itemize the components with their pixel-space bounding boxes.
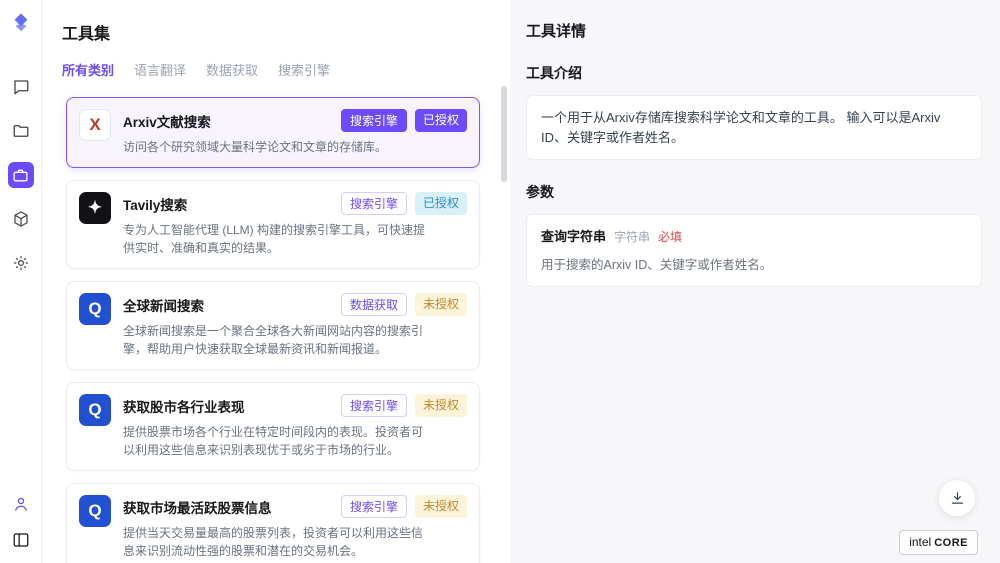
- core-brand-text: CORE: [934, 537, 968, 549]
- tool-description: 专为人工智能代理 (LLM) 构建的搜索引擎工具，可快速提供实时、准确和真实的结…: [123, 221, 425, 257]
- category-badge: 数据获取: [341, 293, 407, 316]
- tool-card-content: Tavily搜索 搜索引擎 已授权 专为人工智能代理 (LLM) 构建的搜索引擎…: [123, 192, 467, 257]
- param-name: 查询字符串: [541, 227, 606, 247]
- category-badge: 搜索引擎: [341, 192, 407, 215]
- intel-brand-text: intel: [909, 535, 931, 549]
- app-window: 工具集 所有类别语言翻译数据获取搜索引擎 X Arxiv文献搜索 搜索引擎 已授…: [0, 0, 1000, 563]
- param-description: 用于搜索的Arxiv ID、关键字或作者姓名。: [541, 256, 967, 275]
- app-logo-icon: [10, 12, 32, 34]
- intel-core-badge: intel CORE: [899, 530, 978, 555]
- tool-badges: 搜索引擎 未授权: [341, 394, 467, 417]
- panel-toggle-icon[interactable]: [8, 527, 34, 553]
- param-card: 查询字符串 字符串 必填 用于搜索的Arxiv ID、关键字或作者姓名。: [526, 214, 982, 287]
- category-tabs: 所有类别语言翻译数据获取搜索引擎: [62, 60, 510, 83]
- intro-card: 一个用于从Arxiv存储库搜索科学论文和文章的工具。 输入可以是Arxiv ID…: [526, 95, 982, 160]
- tool-card[interactable]: Q 全球新闻搜索 数据获取 未授权 全球新闻搜索是一个聚合全球各大新闻网站内容的…: [66, 281, 480, 370]
- param-type: 字符串: [614, 228, 650, 246]
- tool-card[interactable]: Q 获取股市各行业表现 搜索引擎 未授权 提供股票市场各个行业在特定时间段内的表…: [66, 382, 480, 471]
- chat-icon[interactable]: [8, 74, 34, 100]
- scrollbar-thumb[interactable]: [501, 86, 507, 182]
- tool-card-list: X Arxiv文献搜索 搜索引擎 已授权 访问各个研究领域大量科学论文和文章的存…: [42, 87, 510, 563]
- category-badge: 搜索引擎: [341, 109, 407, 132]
- params-heading: 参数: [526, 182, 982, 202]
- category-tab-2[interactable]: 数据获取: [206, 60, 258, 83]
- auth-status-badge: 未授权: [415, 394, 467, 417]
- tool-list-pane: 工具集 所有类别语言翻译数据获取搜索引擎 X Arxiv文献搜索 搜索引擎 已授…: [42, 0, 510, 563]
- tool-badges: 数据获取 未授权: [341, 293, 467, 316]
- tool-title: 全球新闻搜索: [123, 293, 204, 315]
- settings-gear-icon[interactable]: [8, 250, 34, 276]
- tool-title: Tavily搜索: [123, 192, 187, 214]
- tool-title: 获取市场最活跃股票信息: [123, 495, 272, 517]
- tool-description: 提供股票市场各个行业在特定时间段内的表现。投资者可以利用这些信息来识别表现优于或…: [123, 423, 425, 459]
- icon-rail: [0, 0, 42, 563]
- tool-card-content: 获取市场最活跃股票信息 搜索引擎 未授权 提供当天交易量最高的股票列表，投资者可…: [123, 495, 467, 560]
- tool-card-content: 获取股市各行业表现 搜索引擎 未授权 提供股票市场各个行业在特定时间段内的表现。…: [123, 394, 467, 459]
- list-scrollbar: [501, 86, 507, 553]
- q-icon: Q: [79, 293, 111, 325]
- param-required-badge: 必填: [658, 228, 682, 246]
- download-button[interactable]: [938, 479, 976, 517]
- auth-status-badge: 未授权: [415, 293, 467, 316]
- tool-list-title: 工具集: [62, 20, 510, 44]
- tavily-icon: ✦: [79, 192, 111, 224]
- user-icon[interactable]: [8, 491, 34, 517]
- category-tab-1[interactable]: 语言翻译: [134, 60, 186, 83]
- intro-heading: 工具介绍: [526, 63, 982, 83]
- tool-description: 全球新闻搜索是一个聚合全球各大新闻网站内容的搜索引擎，帮助用户快速获取全球最新资…: [123, 322, 425, 358]
- category-tab-3[interactable]: 搜索引擎: [278, 60, 330, 83]
- auth-status-badge: 未授权: [415, 495, 467, 518]
- param-head: 查询字符串 字符串 必填: [541, 227, 967, 247]
- tool-title: Arxiv文献搜索: [123, 109, 211, 131]
- tool-description: 提供当天交易量最高的股票列表，投资者可以利用这些信息来识别流动性强的股票和潜在的…: [123, 524, 425, 560]
- tool-card[interactable]: Q 获取市场最活跃股票信息 搜索引擎 未授权 提供当天交易量最高的股票列表，投资…: [66, 483, 480, 563]
- category-badge: 搜索引擎: [341, 394, 407, 417]
- folder-icon[interactable]: [8, 118, 34, 144]
- tool-badges: 搜索引擎 已授权: [341, 109, 467, 132]
- auth-status-badge: 已授权: [415, 109, 467, 132]
- tool-title: 获取股市各行业表现: [123, 394, 245, 416]
- tool-card-content: 全球新闻搜索 数据获取 未授权 全球新闻搜索是一个聚合全球各大新闻网站内容的搜索…: [123, 293, 467, 358]
- tool-card[interactable]: ✦ Tavily搜索 搜索引擎 已授权 专为人工智能代理 (LLM) 构建的搜索…: [66, 180, 480, 269]
- tools-briefcase-icon[interactable]: [8, 162, 34, 188]
- category-badge: 搜索引擎: [341, 495, 407, 518]
- detail-title: 工具详情: [526, 20, 982, 41]
- tool-card[interactable]: X Arxiv文献搜索 搜索引擎 已授权 访问各个研究领域大量科学论文和文章的存…: [66, 97, 480, 168]
- tool-card-content: Arxiv文献搜索 搜索引擎 已授权 访问各个研究领域大量科学论文和文章的存储库…: [123, 109, 467, 156]
- box-icon[interactable]: [8, 206, 34, 232]
- q-icon: Q: [79, 495, 111, 527]
- tool-description: 访问各个研究领域大量科学论文和文章的存储库。: [123, 138, 425, 156]
- category-tab-0[interactable]: 所有类别: [62, 60, 114, 83]
- tool-badges: 搜索引擎 已授权: [341, 192, 467, 215]
- arxiv-icon: X: [79, 109, 111, 141]
- tool-detail-pane: 工具详情 工具介绍 一个用于从Arxiv存储库搜索科学论文和文章的工具。 输入可…: [510, 0, 1000, 563]
- auth-status-badge: 已授权: [415, 192, 467, 215]
- q-icon: Q: [79, 394, 111, 426]
- tool-badges: 搜索引擎 未授权: [341, 495, 467, 518]
